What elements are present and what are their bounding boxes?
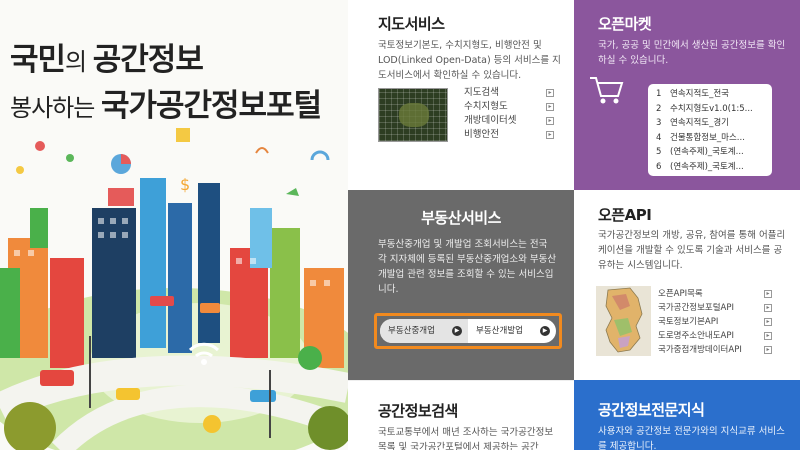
arrow-right-icon: ▶ (540, 326, 550, 336)
api-link-base-map[interactable]: 국토정보기본API ▸ (658, 315, 772, 329)
open-api-description: 국가공간정보의 개방, 공유, 참여를 통해 어플리케이션을 개발할 수 있도록… (598, 230, 786, 271)
map-service-description: 국토정보기본도, 수치지형도, 비행안전 및 LOD(Linked Open-D… (378, 40, 561, 81)
arrow-right-icon: ▸ (764, 346, 772, 354)
arrow-right-icon: ▸ (764, 318, 772, 326)
market-item[interactable]: 3 연속지적도_경기 (656, 116, 766, 131)
buildings (0, 178, 344, 368)
map-link-open-dataset[interactable]: 개방데이터셋 ▸ (464, 114, 554, 128)
hero-word-particle: 의 (65, 48, 93, 76)
arrow-right-icon: ▸ (546, 131, 554, 139)
real-estate-description: 부동산중개업 및 개발업 조회서비스는 전국 각 지자체에 등록된 부동산중개업… (378, 239, 557, 295)
market-item[interactable]: 5 (연속주제)_국토계... (656, 145, 766, 160)
real-estate-title[interactable]: 부동산서비스 (348, 207, 574, 228)
open-api-title[interactable]: 오픈API (598, 204, 652, 225)
open-api-panel: 오픈API 국가공간정보의 개방, 공유, 참여를 통해 어플리케이션을 개발할… (574, 190, 800, 380)
map-service-links: 지도검색 ▸ 수치지형도 ▸ 개방데이터셋 ▸ 비행안전 ▸ (464, 86, 554, 142)
api-link-open-data[interactable]: 국가중점개방데이터API ▸ (658, 343, 772, 357)
arrow-right-icon: ▸ (546, 89, 554, 97)
arrow-right-icon: ▸ (546, 117, 554, 125)
api-link-road-address[interactable]: 도로명주소안내도API ▸ (658, 329, 772, 343)
open-market-panel: 오픈마켓 국가, 공공 및 민간에서 생산된 공간정보를 확인하실 수 있습니다… (574, 0, 800, 190)
shopping-cart-icon (590, 77, 624, 104)
market-item[interactable]: 1 연속지적도_전국 (656, 87, 766, 102)
map-link-search[interactable]: 지도검색 ▸ (464, 86, 554, 100)
open-api-links: 오픈API목록 ▸ 국가공간정보포털API ▸ 국토정보기본API ▸ 도로명주소안내… (658, 287, 772, 357)
popular-data-list: 1 연속지적도_전국 2 수치지형도v1.0(1:5... 3 연속지적도_경기 4건… (648, 84, 772, 176)
arrow-right-icon: ▸ (546, 103, 554, 111)
arrow-right-icon: ▸ (764, 332, 772, 340)
hero-banner: 국민의 공간정보 봉사하는 국가공간정보포털 $ (0, 0, 348, 450)
map-link-digital-topo[interactable]: 수치지형도 ▸ (464, 100, 554, 114)
market-item[interactable]: 4 건물통합정보_마스... (656, 131, 766, 146)
map-service-title[interactable]: 지도서비스 (378, 13, 445, 34)
arrow-right-icon: ▸ (764, 304, 772, 312)
spatial-search-title[interactable]: 공간정보검색 (378, 400, 458, 421)
hero-word-spatial: 공간정보 (92, 42, 204, 78)
decorative-icons: $ (16, 128, 330, 206)
brokerage-button[interactable]: 부동산중개업 ▶ (380, 319, 468, 343)
development-button[interactable]: 부동산개발업 ▶ (468, 319, 556, 343)
spatial-search-description: 국토교통부에서 매년 조사하는 국가공간정보목록 및 국가공간포털에서 제공하는… (378, 427, 554, 450)
market-item[interactable]: 2 수치지형도v1.0(1:5... (656, 102, 766, 117)
expert-knowledge-title[interactable]: 공간정보전문지식 (598, 399, 705, 420)
korea-map-thumbnail (596, 286, 651, 356)
real-estate-panel: 부동산서비스 부동산중개업 및 개발업 조회서비스는 전국 각 지자체에 등록된… (348, 190, 574, 380)
api-link-list[interactable]: 오픈API목록 ▸ (658, 287, 772, 301)
real-estate-button-group: 부동산중개업 ▶ 부동산개발업 ▶ (374, 313, 562, 349)
spatial-search-panel: 공간정보검색 국토교통부에서 매년 조사하는 국가공간정보목록 및 국가공간포털… (348, 380, 574, 450)
open-market-description: 국가, 공공 및 민간에서 생산된 공간정보를 확인하실 수 있습니다. (598, 40, 786, 66)
map-thumbnail[interactable] (378, 88, 448, 142)
svg-text:$: $ (180, 175, 190, 194)
market-item[interactable]: 6 (연속주제)_국토계... (656, 160, 766, 175)
api-link-portal[interactable]: 국가공간정보포털API ▸ (658, 301, 772, 315)
city-illustration: $ (0, 128, 348, 450)
arrow-right-icon: ▸ (764, 290, 772, 298)
open-market-title[interactable]: 오픈마켓 (598, 13, 652, 34)
expert-knowledge-description: 사용자와 공간정보 전문가와의 지식교류 서비스를 제공합니다. (598, 426, 785, 450)
map-service-panel: 지도서비스 국토정보기본도, 수치지형도, 비행안전 및 LOD(Linked … (348, 0, 574, 190)
expert-knowledge-panel: 공간정보전문지식 사용자와 공간정보 전문가와의 지식교류 서비스를 제공합니다… (574, 380, 800, 450)
arrow-right-icon: ▶ (452, 326, 462, 336)
hero-word-nation: 국민 (10, 42, 66, 78)
map-link-flight-safety[interactable]: 비행안전 ▸ (464, 128, 554, 142)
